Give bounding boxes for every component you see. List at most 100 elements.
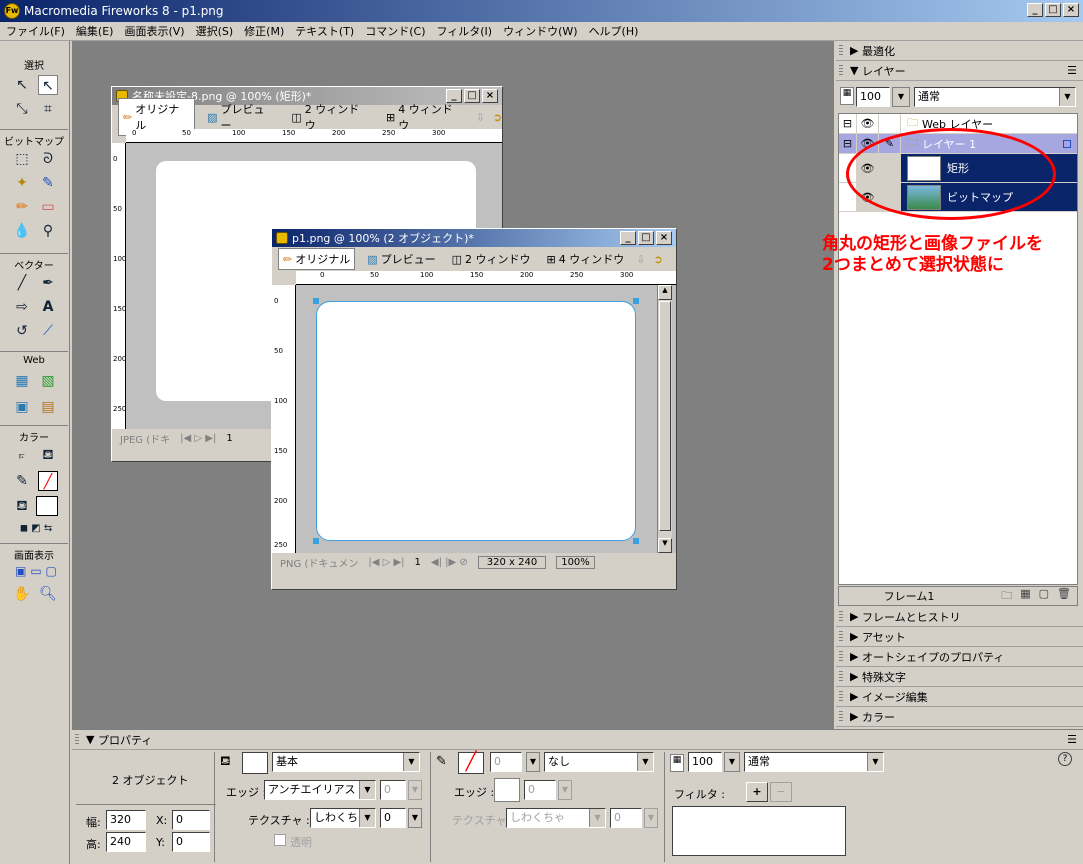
panel-header-special-characters[interactable]: ▶ 特殊文字 [836, 667, 1083, 687]
object-blend-mode-select[interactable]: 通常 [744, 752, 884, 772]
fill-edge-select[interactable]: アンチエイリアス [264, 780, 376, 800]
scrollbar-thumb[interactable] [659, 301, 671, 531]
fill-texture-slider-button[interactable]: ▼ [408, 808, 422, 828]
height-field[interactable]: 240 [106, 832, 146, 852]
text-tool-icon[interactable]: A [38, 297, 58, 317]
doc2-maximize-button[interactable]: □ [638, 231, 654, 245]
hotspot-tool-icon[interactable]: ▦ [12, 371, 32, 391]
zoom-tool-icon[interactable]: 🔍︎ [38, 584, 58, 604]
expand-icon[interactable]: ⊟ [839, 114, 857, 133]
document-window-2[interactable]: p1.png @ 100% (2 オブジェクト)* _ □ × ✏ オリジナル ▨… [271, 228, 677, 590]
properties-panel-header[interactable]: ▼ プロパティ ☰ [72, 730, 1083, 750]
width-field[interactable]: 320 [106, 810, 146, 830]
opacity-slider-button[interactable]: ▼ [892, 87, 910, 107]
panel-header-image-editing[interactable]: ▶ イメージ編集 [836, 687, 1083, 707]
freeform-tool-icon[interactable]: ↺ [12, 321, 32, 341]
layer-opacity-field[interactable]: 100 [856, 87, 890, 107]
pointer-tool-icon[interactable]: ↖ [12, 75, 32, 95]
quick-export-icon[interactable]: ➲ [653, 253, 662, 266]
fill-type-select[interactable]: 基本 [272, 752, 420, 772]
export-icon[interactable]: ⇩ [476, 111, 485, 124]
doc2-canvas[interactable]: ▲ ▼ [296, 285, 676, 553]
panel-header-assets[interactable]: ▶ アセット [836, 627, 1083, 647]
crop-tool-icon[interactable]: ⌗ [38, 99, 58, 119]
shape-tool-icon[interactable]: ⇨ [12, 297, 32, 317]
panel-header-frames-history[interactable]: ▶ フレームとヒストリ [836, 607, 1083, 627]
minimize-button[interactable]: _ [1027, 3, 1043, 17]
trash-icon[interactable]: 🗑︎ [1057, 587, 1071, 606]
menu-commands[interactable]: コマンド(C) [365, 23, 425, 39]
panel-header-autoshape-properties[interactable]: ▶ オートシェイプのプロパティ [836, 647, 1083, 667]
stroke-color-swatch[interactable]: ╱ [458, 752, 484, 774]
transparent-checkbox[interactable] [274, 834, 286, 846]
menu-select[interactable]: 選択(S) [196, 23, 234, 39]
fill-color-icon[interactable]: ⛾ [12, 496, 32, 516]
rubber-stamp-tool-icon[interactable]: ⚲ [38, 221, 58, 241]
filter-list[interactable] [672, 806, 846, 856]
selection-handle[interactable] [633, 538, 639, 544]
hand-tool-icon[interactable]: ✋ [12, 584, 32, 604]
document-2-title-bar[interactable]: p1.png @ 100% (2 オブジェクト)* _ □ × [272, 229, 676, 247]
tab-4-up[interactable]: ⊞ 4 ウィンドウ [543, 249, 629, 269]
marquee-tool-icon[interactable]: ⬚ [12, 149, 32, 169]
panel-header-color[interactable]: ▶ カラー [836, 707, 1083, 727]
stroke-color-icon[interactable]: ✎ [12, 471, 32, 491]
mask-icon[interactable]: ▦ [1020, 587, 1030, 606]
y-field[interactable]: 0 [172, 832, 210, 852]
frame-label[interactable]: フレーム1 [839, 588, 979, 604]
tab-2-up[interactable]: ◫ 2 ウィンドウ [448, 249, 535, 269]
pencil-tool-icon[interactable]: ✏ [12, 197, 32, 217]
new-layer-icon[interactable]: ▢ [1039, 587, 1049, 606]
layers-panel-header[interactable]: ▼ レイヤー ☰ [836, 61, 1083, 81]
fill-texture-select[interactable]: しわくちゃ [310, 808, 376, 828]
show-slices-icon[interactable]: ▤ [38, 397, 58, 417]
line-tool-icon[interactable]: ╱ [12, 273, 32, 293]
menu-view[interactable]: 画面表示(V) [124, 23, 184, 39]
magic-wand-tool-icon[interactable]: ✦ [12, 173, 32, 193]
menu-modify[interactable]: 修正(M) [244, 23, 284, 39]
stroke-type-select[interactable]: なし [544, 752, 654, 772]
brush-tool-icon[interactable]: ✎ [38, 173, 58, 193]
stroke-size-slider-button[interactable]: ▼ [526, 752, 540, 772]
screen-mode-icons[interactable]: ▣ ▭ ▢ [6, 561, 66, 581]
selection-handle[interactable] [633, 298, 639, 304]
fill-swatch[interactable] [36, 496, 58, 516]
slice-tool-icon[interactable]: ▧ [38, 371, 58, 391]
color-defaults-icon[interactable]: ◼ ◩ ⇆ [6, 519, 66, 539]
x-field[interactable]: 0 [172, 810, 210, 830]
close-button[interactable]: × [1063, 3, 1079, 17]
export-icon[interactable]: ⇩ [636, 253, 645, 266]
menu-edit[interactable]: 編集(E) [76, 23, 114, 39]
doc2-vertical-scrollbar[interactable]: ▲ ▼ [657, 285, 672, 553]
selection-handle[interactable] [313, 538, 319, 544]
menu-help[interactable]: ヘルプ(H) [589, 23, 639, 39]
fill-texture-amount[interactable]: 0 [380, 808, 406, 828]
optimize-panel-header[interactable]: ▶ 最適化 [836, 41, 1083, 61]
eyedropper-tool-icon[interactable]: ⟔ [12, 445, 32, 465]
menu-filters[interactable]: フィルタ(I) [436, 23, 492, 39]
doc2-minimize-button[interactable]: _ [620, 231, 636, 245]
pen-tool-icon[interactable]: ✒ [38, 273, 58, 293]
quick-export-icon[interactable]: ➲ [493, 111, 502, 124]
new-sublayer-icon[interactable]: 🗀 [1001, 587, 1012, 606]
object-opacity-field[interactable]: 100 [688, 752, 722, 772]
tab-preview[interactable]: ▨ プレビュー [363, 249, 439, 269]
eye-icon[interactable]: 👁︎ [857, 114, 879, 133]
lock-icon[interactable] [879, 114, 901, 133]
doc1-close-button[interactable]: × [482, 89, 498, 103]
zoom-level-select[interactable]: 100% [556, 555, 595, 569]
object-opacity-slider-button[interactable]: ▼ [724, 752, 740, 772]
blur-tool-icon[interactable]: 💧 [12, 221, 32, 241]
paint-bucket-tool-icon[interactable]: ⛾ [38, 445, 58, 465]
doc1-maximize-button[interactable]: □ [464, 89, 480, 103]
tab-original[interactable]: ✏ オリジナル [278, 248, 356, 270]
maximize-button[interactable]: □ [1045, 3, 1061, 17]
help-icon[interactable]: ? [1058, 752, 1072, 766]
fill-color-swatch[interactable] [242, 752, 268, 774]
lasso-tool-icon[interactable]: ᘐ [38, 149, 58, 169]
selection-handle[interactable] [313, 298, 319, 304]
knife-tool-icon[interactable]: ⟋ [38, 321, 58, 341]
eraser-tool-icon[interactable]: ▭ [38, 197, 58, 217]
selected-rounded-rectangle[interactable] [316, 301, 636, 541]
layer-blend-mode-select[interactable]: 通常 [914, 87, 1076, 107]
